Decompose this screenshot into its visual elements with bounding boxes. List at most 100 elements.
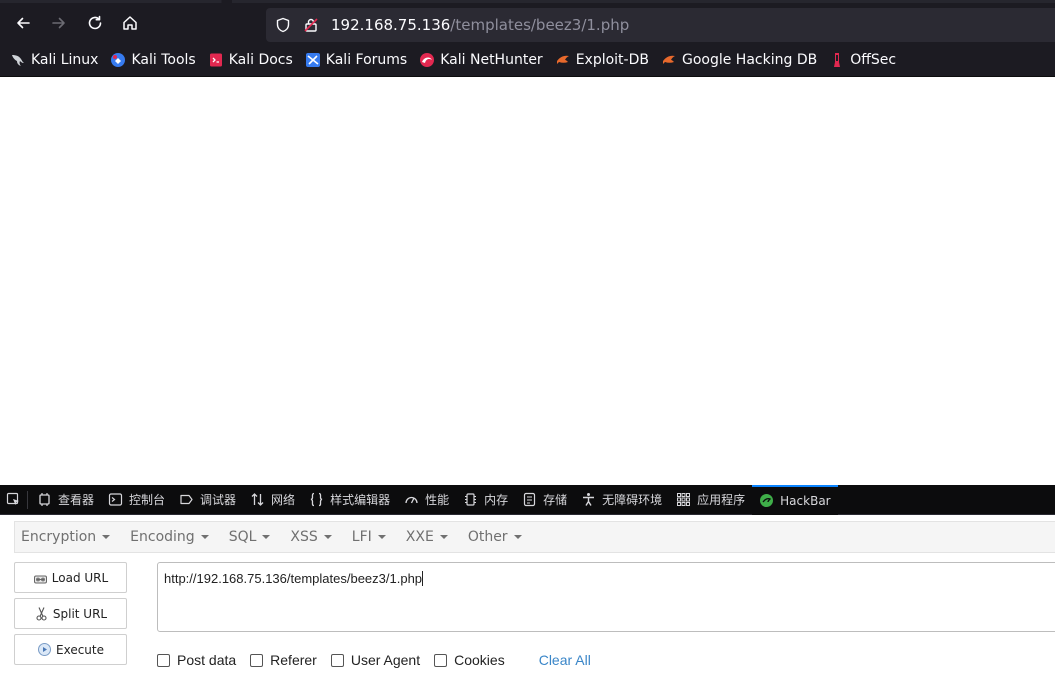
forward-button[interactable] [46, 10, 72, 36]
reload-button[interactable] [82, 10, 108, 36]
bookmark-exploit-db[interactable]: Exploit-DB [555, 48, 649, 72]
menu-label: SQL [228, 529, 257, 545]
bookmark-google-hacking-db[interactable]: Google Hacking DB [661, 48, 817, 72]
caret-down-icon [262, 535, 271, 539]
bookmark-kali-linux[interactable]: Kali Linux [10, 48, 98, 72]
menu-xss[interactable]: XSS [290, 529, 332, 545]
referer-checkbox[interactable] [250, 653, 264, 667]
bookmark-kali-nethunter[interactable]: Kali NetHunter [419, 48, 543, 72]
back-button[interactable] [10, 10, 36, 36]
hackbar-menu-bar: Encryption Encoding SQL XSS LFI XXE Othe… [14, 521, 1055, 553]
bookmark-label: OffSec [850, 52, 897, 68]
menu-label: Encryption [21, 529, 97, 545]
load-url-button[interactable]: Load URL [14, 562, 127, 593]
bookmark-offsec[interactable]: OffSec [829, 48, 896, 72]
style-editor-icon [310, 492, 323, 507]
post-data-checkbox[interactable] [157, 653, 170, 667]
referer-option[interactable]: Referer [250, 652, 317, 668]
accessibility-icon [583, 493, 595, 506]
tab-label: 应用程序 [697, 493, 746, 507]
caret-down-icon [323, 535, 332, 539]
devtools-tab-bar: 查看器 控制台 调试器 网络 样式编辑器 性能 内存 存储 无障碍环境 应用程序… [0, 484, 1055, 515]
cookies-option[interactable]: Cookies [434, 652, 505, 668]
split-url-button[interactable]: Split URL [14, 598, 127, 629]
play-icon [38, 643, 51, 656]
menu-encoding[interactable]: Encoding [130, 529, 209, 545]
caret-down-icon [200, 535, 209, 539]
tab-hackbar[interactable]: HackBar [752, 484, 838, 515]
url-host: 192.168.75.136 [331, 16, 451, 34]
debugger-icon [180, 494, 193, 505]
menu-lfi[interactable]: LFI [352, 529, 386, 545]
cookies-checkbox[interactable] [434, 653, 448, 667]
kali-docs-icon [209, 53, 222, 67]
menu-label: Encoding [130, 529, 195, 545]
hackbar-url-textarea[interactable]: http://192.168.75.136/templates/beez3/1.… [157, 562, 1055, 632]
pick-element-icon [6, 492, 19, 505]
menu-sql[interactable]: SQL [229, 529, 271, 545]
network-icon [251, 493, 264, 506]
divider [27, 490, 28, 509]
insecure-lock-icon[interactable] [303, 17, 319, 33]
post-data-option[interactable]: Post data [157, 652, 236, 668]
user-agent-checkbox[interactable] [330, 653, 344, 667]
hackbar-icon [760, 494, 774, 507]
performance-icon [405, 496, 418, 504]
offsec-icon [834, 53, 841, 67]
bookmark-label: Google Hacking DB [681, 52, 818, 68]
home-icon [123, 16, 137, 30]
bookmark-kali-forums[interactable]: Kali Forums [305, 48, 407, 72]
bookmarks-toolbar: Kali Linux Kali Tools Kali Docs Kali For… [0, 44, 1055, 77]
tab-label: 样式编辑器 [330, 493, 391, 507]
browser-toolbar: 192.168.75.136/templates/beez3/1.php [0, 0, 1055, 44]
menu-other[interactable]: Other [468, 529, 522, 545]
home-button[interactable] [117, 10, 143, 36]
memory-icon [465, 493, 477, 506]
element-picker-button[interactable] [0, 485, 25, 515]
bookmark-kali-docs[interactable]: Kali Docs [208, 48, 293, 72]
menu-label: LFI [351, 529, 372, 545]
tab-style-editor[interactable]: 样式编辑器 [302, 485, 397, 515]
tab-debugger[interactable]: 调试器 [172, 485, 243, 515]
kali-dragon-icon [12, 55, 24, 66]
tab-storage[interactable]: 存储 [515, 485, 574, 515]
tab-network[interactable]: 网络 [243, 485, 302, 515]
tab-inspector[interactable]: 查看器 [30, 485, 101, 515]
tab-label: 控制台 [129, 493, 166, 507]
tab-label: 调试器 [200, 493, 237, 507]
shield-icon[interactable] [275, 17, 291, 33]
bookmark-label: Kali NetHunter [440, 52, 543, 68]
bookmark-kali-tools[interactable]: Kali Tools [110, 48, 196, 72]
caret-down-icon [513, 535, 522, 539]
tab-performance[interactable]: 性能 [397, 485, 456, 515]
menu-xxe[interactable]: XXE [406, 529, 448, 545]
console-icon [108, 493, 123, 506]
execute-button[interactable]: Execute [14, 634, 127, 665]
caret-down-icon [102, 535, 111, 539]
menu-encryption[interactable]: Encryption [21, 529, 111, 545]
nethunter-icon [420, 53, 435, 67]
button-label: Execute [56, 642, 104, 657]
kali-tools-icon [111, 53, 126, 67]
tab-memory[interactable]: 内存 [456, 485, 515, 515]
option-label: Cookies [454, 652, 505, 668]
storage-icon [524, 492, 536, 507]
tab-accessibility[interactable]: 无障碍环境 [574, 485, 669, 515]
user-agent-option[interactable]: User Agent [330, 652, 420, 668]
address-bar[interactable]: 192.168.75.136/templates/beez3/1.php [266, 8, 1055, 42]
tab-console[interactable]: 控制台 [101, 485, 172, 515]
url-text[interactable]: 192.168.75.136/templates/beez3/1.php [331, 16, 629, 34]
tab-label: 性能 [425, 493, 450, 507]
application-icon [677, 493, 691, 506]
page-content [0, 77, 1055, 485]
bookmark-label: Kali Linux [31, 52, 99, 68]
reload-icon [88, 15, 102, 30]
clear-all-link[interactable]: Clear All [539, 652, 591, 668]
menu-label: XSS [290, 529, 318, 545]
exploit-db-icon [556, 55, 569, 64]
tab-label: 网络 [271, 493, 296, 507]
tab-application[interactable]: 应用程序 [669, 485, 752, 515]
button-label: Load URL [51, 570, 109, 585]
arrow-left-icon [17, 17, 30, 29]
kali-forums-icon [305, 53, 320, 67]
